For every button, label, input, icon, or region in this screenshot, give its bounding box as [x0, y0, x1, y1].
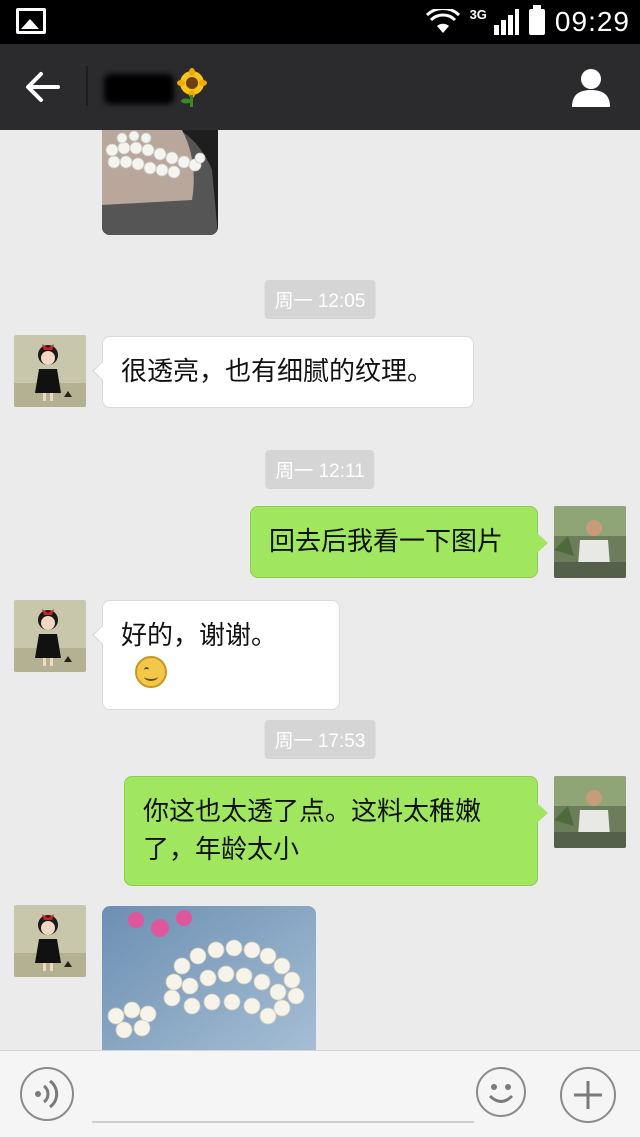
chat-header: ███	[0, 44, 640, 130]
signal-icon	[493, 9, 519, 35]
network-type: 3G	[469, 6, 487, 22]
image-notification-icon	[16, 8, 46, 34]
contact-name: ███	[108, 74, 159, 99]
my-avatar[interactable]	[554, 506, 626, 578]
bracelet-photo	[102, 130, 218, 235]
outgoing-message-bubble[interactable]: 回去后我看一下图片	[250, 506, 548, 578]
battery-icon	[528, 5, 545, 35]
outgoing-message-bubble[interactable]: 你这也太透了点。这料太稚嫩了，年龄太小	[124, 776, 548, 886]
plus-icon[interactable]	[560, 1067, 616, 1123]
back-arrow-icon[interactable]	[24, 70, 60, 104]
status-bar: 3G 09:29	[0, 0, 640, 44]
status-time: 09:29	[554, 6, 630, 37]
beads-photo	[102, 906, 316, 1050]
message-text: 好的，谢谢。	[121, 621, 278, 651]
voice-icon[interactable]	[20, 1067, 74, 1121]
message-input[interactable]	[92, 1121, 474, 1123]
sunflower-emoji-icon	[177, 68, 207, 107]
wifi-icon	[425, 9, 460, 33]
timestamp: 周一 12:05	[264, 280, 376, 319]
contact-avatar[interactable]	[14, 600, 86, 672]
smile-emoji-icon	[135, 655, 167, 688]
beads-photo-message[interactable]	[102, 906, 316, 1050]
contact-avatar[interactable]	[14, 335, 86, 407]
message-text: 回去后我看一下图片	[269, 527, 504, 557]
message-text: 很透亮，也有细腻的纹理。	[121, 357, 434, 387]
bracelet-photo-message[interactable]	[102, 130, 218, 235]
timestamp: 周一 12:11	[265, 450, 375, 489]
incoming-message-bubble[interactable]: 好的，谢谢。	[92, 600, 340, 710]
timestamp: 周一 17:53	[264, 720, 376, 759]
header-divider	[86, 66, 88, 106]
message-text: 你这也太透了点。这料太稚嫩了，年龄太小	[143, 797, 482, 865]
profile-icon[interactable]	[570, 66, 612, 108]
input-bar	[0, 1050, 640, 1137]
incoming-message-bubble[interactable]: 很透亮，也有细腻的纹理。	[92, 336, 474, 408]
contact-avatar[interactable]	[14, 905, 86, 977]
chat-area[interactable]: 周一 12:05 很透亮，也有细腻的纹理。 周一 12:11 回去后我看一下图片	[0, 130, 640, 1050]
my-avatar[interactable]	[554, 776, 626, 848]
emoji-icon[interactable]	[476, 1067, 526, 1117]
